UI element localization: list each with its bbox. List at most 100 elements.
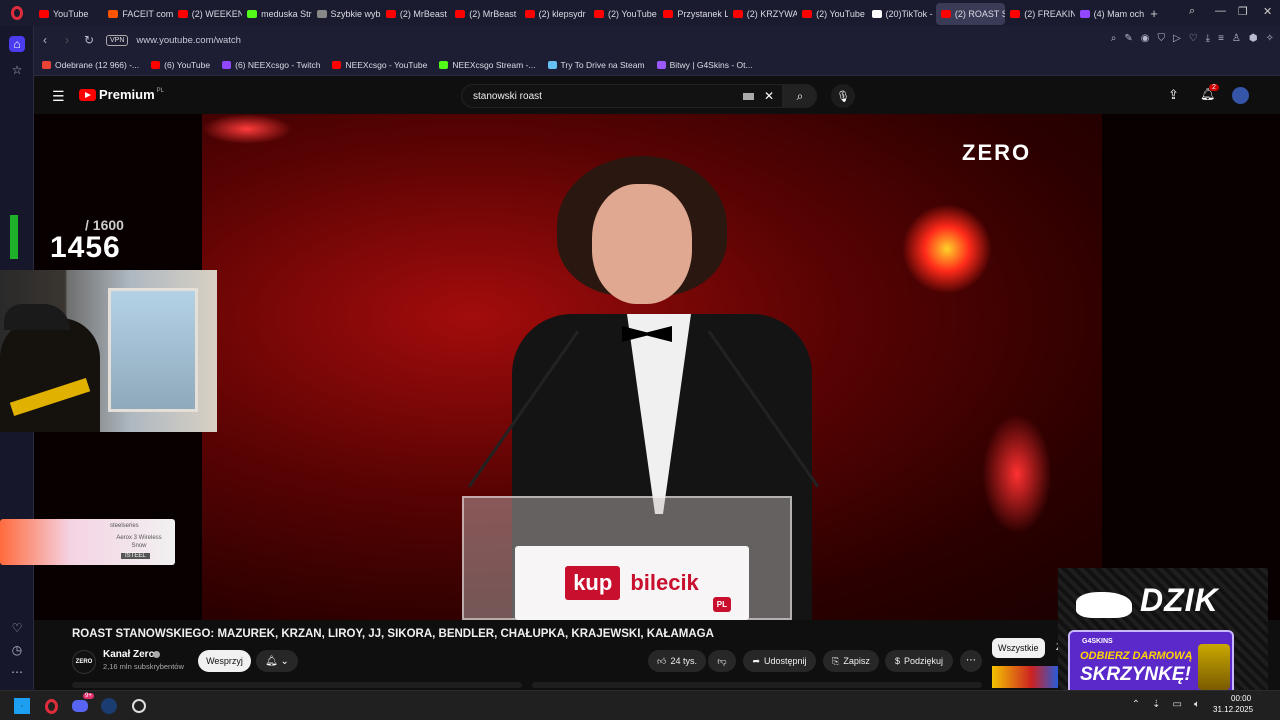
sponsor-ad-banner: steelseries Aerox 3 Wireless Snow ISTEEL bbox=[0, 519, 175, 565]
browser-tab[interactable]: (2) WEEKEND bbox=[173, 3, 242, 25]
back-icon[interactable]: ‹ bbox=[34, 33, 56, 47]
heart-icon[interactable]: ♡ bbox=[9, 620, 25, 636]
notification-bell-button[interactable]: 🔔︎ ⌄ bbox=[256, 650, 298, 672]
bookmark-item[interactable]: Odebrane (12 966) -... bbox=[42, 60, 139, 70]
tab-label: (2) WEEKEND bbox=[191, 9, 243, 19]
browser-tab[interactable]: (2) FREAKIN bbox=[1005, 3, 1075, 25]
opera-logo-icon[interactable] bbox=[0, 0, 34, 26]
menu-icon[interactable]: ≡ bbox=[1218, 33, 1224, 44]
recommendation-thumbnail[interactable] bbox=[992, 666, 1058, 688]
minimize-icon[interactable]: — bbox=[1215, 5, 1226, 17]
keyboard-icon[interactable] bbox=[743, 93, 754, 100]
obs-taskbar-icon[interactable] bbox=[129, 696, 149, 716]
browser-tab[interactable]: (2) YouTube bbox=[589, 3, 658, 25]
video-player[interactable]: kup bilecik PL ZERO bbox=[34, 114, 1280, 620]
dislike-button[interactable]: 👎︎ bbox=[708, 650, 736, 672]
hamburger-menu-icon[interactable]: ☰ bbox=[52, 88, 65, 105]
browser-tab[interactable]: FACEIT comp bbox=[103, 3, 173, 25]
search-button[interactable]: ⌕ bbox=[783, 84, 817, 108]
browser-tab[interactable]: (2) MrBeast bbox=[450, 3, 519, 25]
share-button[interactable]: ➦ Udostępnij bbox=[743, 650, 816, 672]
thanks-button[interactable]: $ Podziękuj bbox=[885, 650, 953, 672]
bookmark-item[interactable]: Bitwy | G4Skins - Ot... bbox=[656, 60, 753, 70]
new-tab-button[interactable]: + bbox=[1144, 6, 1164, 21]
monitor-icon[interactable]: ▭ bbox=[1173, 699, 1182, 710]
bookmark-item[interactable]: NEEXcsgo - YouTube bbox=[332, 60, 427, 70]
history-icon[interactable]: ◷ bbox=[9, 642, 25, 658]
steam-taskbar-icon[interactable] bbox=[99, 696, 119, 716]
bookmark-label: Try To Drive na Steam bbox=[560, 59, 645, 70]
voice-search-button[interactable]: 🎙 bbox=[831, 84, 855, 108]
avatar[interactable] bbox=[1232, 87, 1249, 104]
reload-icon[interactable]: ↻ bbox=[78, 33, 100, 47]
network-icon[interactable]: ⇣ bbox=[1152, 699, 1160, 710]
browser-tab[interactable]: (2) klepsydr bbox=[520, 3, 589, 25]
browser-tab[interactable]: Szybkie wyb bbox=[312, 3, 381, 25]
save-button[interactable]: ⎘ Zapisz bbox=[823, 650, 879, 672]
browser-tab[interactable]: (2) KRZYWA bbox=[728, 3, 797, 25]
bookmark-favicon-icon bbox=[656, 60, 666, 69]
tab-favicon-icon bbox=[871, 10, 882, 18]
camera-icon[interactable]: ◉ bbox=[1141, 33, 1150, 44]
profile-icon[interactable]: ♙ bbox=[1232, 33, 1241, 44]
more-options-icon[interactable]: ⋯ bbox=[9, 664, 25, 680]
opera-taskbar-icon[interactable] bbox=[41, 696, 61, 716]
channel-name[interactable]: Kanał Zero bbox=[103, 649, 155, 660]
bookmark-item[interactable]: Try To Drive na Steam bbox=[547, 59, 645, 70]
browser-tab[interactable]: YouTube bbox=[34, 3, 103, 25]
tab-label: (2) YouTube bbox=[816, 9, 865, 19]
like-button[interactable]: 👍︎ 24 tys. bbox=[648, 650, 706, 672]
heart-icon[interactable]: ♡ bbox=[1189, 33, 1198, 44]
volume-icon[interactable]: 🔈︎ bbox=[1194, 699, 1200, 710]
browser-tab[interactable]: (4) Mam och bbox=[1075, 3, 1144, 25]
forward-icon[interactable]: › bbox=[56, 33, 78, 47]
thanks-label: Podziękuj bbox=[903, 656, 944, 666]
comments-box[interactable] bbox=[532, 682, 982, 688]
clock-time[interactable]: 00:00 bbox=[1231, 694, 1251, 703]
maximize-icon[interactable]: ❐ bbox=[1238, 5, 1248, 18]
bookmark-item[interactable]: (6) NEEXcsgo - Twitch bbox=[222, 60, 320, 70]
discord-taskbar-icon[interactable] bbox=[70, 696, 90, 716]
browser-tab[interactable]: (20)TikTok - bbox=[867, 3, 936, 25]
download-icon[interactable]: ⤓ bbox=[1206, 33, 1210, 44]
search-input[interactable]: stanowski roast ✕ bbox=[461, 84, 783, 108]
clock-date[interactable]: 31.12.2025 bbox=[1213, 705, 1253, 714]
extensions-icon[interactable]: ⬢ bbox=[1249, 33, 1258, 44]
tab-favicon-icon bbox=[524, 10, 535, 18]
vpn-badge[interactable]: VPN bbox=[106, 34, 129, 46]
chevron-up-icon[interactable]: ⌃ bbox=[1132, 699, 1140, 710]
browser-tab[interactable]: (2) MrBeast bbox=[381, 3, 450, 25]
browser-tab[interactable]: (2) ROAST STANC bbox=[935, 3, 1006, 25]
bookmark-favicon-icon bbox=[332, 60, 342, 69]
channel-avatar[interactable]: ZERO bbox=[72, 650, 96, 674]
browser-tab[interactable]: (2) YouTube bbox=[797, 3, 866, 25]
video-title: ROAST STANOWSKIEGO: MAZUREK, KRZAN, LIRO… bbox=[72, 628, 714, 640]
save-label: Zapisz bbox=[843, 656, 870, 666]
browser-tab[interactable]: meduska Str bbox=[242, 3, 312, 25]
home-icon[interactable]: ⌂ bbox=[9, 36, 25, 52]
support-button[interactable]: Wesprzyj bbox=[198, 650, 251, 672]
bookmark-item[interactable]: NEEXcsgo Stream -... bbox=[439, 60, 536, 70]
filter-chip-all[interactable]: Wszystkie bbox=[992, 638, 1045, 658]
browser-tab[interactable]: Przystanek L bbox=[658, 3, 728, 25]
lens-icon[interactable]: ⌕ bbox=[1111, 33, 1117, 44]
more-actions-button[interactable]: ⋯ bbox=[960, 650, 982, 672]
bookmark-item[interactable]: (6) YouTube bbox=[151, 60, 210, 70]
url-field[interactable]: www.youtube.com/watch bbox=[136, 35, 241, 46]
shield-icon[interactable]: ⛉ bbox=[1157, 33, 1165, 44]
windows-icon bbox=[14, 698, 30, 714]
tab-label: (20)TikTok - bbox=[885, 9, 933, 19]
clear-search-icon[interactable]: ✕ bbox=[764, 89, 774, 103]
edit-icon[interactable]: ✎ bbox=[1124, 33, 1132, 44]
description-box[interactable] bbox=[72, 682, 522, 688]
start-button[interactable] bbox=[12, 696, 32, 716]
youtube-premium-logo[interactable]: Premium PL bbox=[79, 87, 164, 102]
tab-label: YouTube bbox=[53, 9, 89, 19]
play-icon[interactable]: ▷ bbox=[1173, 33, 1181, 44]
upload-icon[interactable]: ⇪ bbox=[1168, 87, 1179, 103]
close-window-icon[interactable]: ✕ bbox=[1263, 5, 1272, 18]
star-icon[interactable]: ☆ bbox=[9, 62, 25, 78]
search-tabs-icon[interactable]: ⌕ bbox=[1189, 5, 1195, 18]
browser-tab-bar: YouTube FACEIT comp (2) WEEKEND meduska Str… bbox=[0, 0, 1280, 26]
ai-icon[interactable]: ✧ bbox=[1266, 33, 1274, 44]
